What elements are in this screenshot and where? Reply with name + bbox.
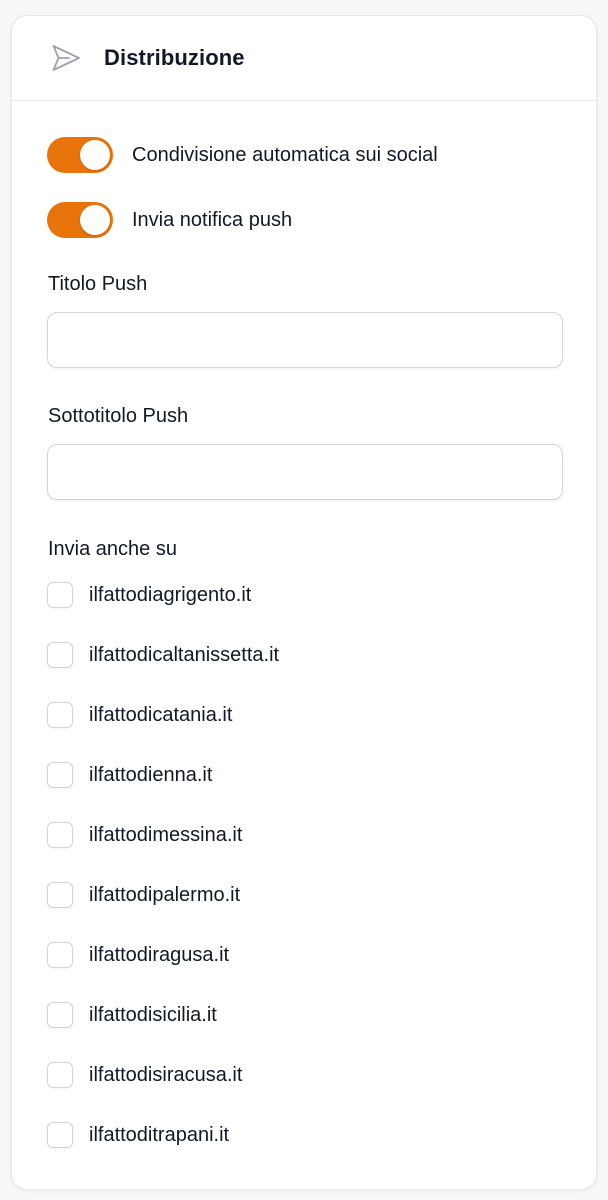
site-checkbox[interactable] [47, 642, 73, 668]
site-option-catania[interactable]: ilfattodicatania.it [47, 701, 232, 729]
site-checkbox[interactable] [47, 882, 73, 908]
toggle-knob [80, 140, 110, 170]
site-checkbox[interactable] [47, 762, 73, 788]
site-option-palermo[interactable]: ilfattodipalermo.it [47, 881, 240, 909]
push-notification-toggle[interactable] [47, 202, 113, 238]
site-option-messina[interactable]: ilfattodimessina.it [47, 821, 242, 849]
push-notification-row[interactable]: Invia notifica push [47, 202, 292, 238]
site-checkbox[interactable] [47, 1122, 73, 1148]
site-checkbox[interactable] [47, 702, 73, 728]
auto-social-share-toggle[interactable] [47, 137, 113, 173]
toggle-knob [80, 205, 110, 235]
site-label: ilfattodiagrigento.it [89, 583, 252, 606]
panel-header: Distribuzione [12, 16, 596, 101]
send-icon [50, 42, 82, 74]
site-label: ilfattodienna.it [89, 763, 213, 786]
site-checkbox[interactable] [47, 582, 73, 608]
site-label: ilfattodimessina.it [89, 823, 243, 846]
auto-social-share-row[interactable]: Condivisione automatica sui social [47, 137, 438, 173]
site-option-enna[interactable]: ilfattodienna.it [47, 761, 212, 789]
site-option-sicilia[interactable]: ilfattodisicilia.it [47, 1001, 217, 1029]
push-subtitle-input[interactable] [47, 444, 563, 500]
site-label: ilfattodisicilia.it [89, 1003, 217, 1026]
also-send-label: Invia anche su [48, 538, 177, 560]
panel-title: Distribuzione [104, 45, 245, 70]
push-subtitle-label: Sottotitolo Push [48, 405, 189, 427]
site-checkbox[interactable] [47, 1002, 73, 1028]
site-checkbox[interactable] [47, 822, 73, 848]
site-label: ilfattodicatania.it [89, 703, 233, 726]
site-option-ragusa[interactable]: ilfattodiragusa.it [47, 941, 229, 969]
site-label: ilfattodicaltanissetta.it [89, 643, 280, 666]
push-notification-label: Invia notifica push [132, 208, 293, 231]
push-title-label: Titolo Push [48, 273, 148, 295]
site-label: ilfattoditrapani.it [89, 1123, 230, 1146]
site-checkbox[interactable] [47, 942, 73, 968]
site-option-siracusa[interactable]: ilfattodisiracusa.it [47, 1061, 242, 1089]
auto-social-share-label: Condivisione automatica sui social [132, 143, 438, 166]
site-label: ilfattodipalermo.it [89, 883, 241, 906]
distribution-panel: Distribuzione Condivisione automatica su… [11, 15, 597, 1190]
site-option-caltanissetta[interactable]: ilfattodicaltanissetta.it [47, 641, 279, 669]
site-checkbox[interactable] [47, 1062, 73, 1088]
site-label: ilfattodiragusa.it [89, 943, 230, 966]
push-title-input[interactable] [47, 312, 563, 368]
site-label: ilfattodisiracusa.it [89, 1063, 243, 1086]
site-option-agrigento[interactable]: ilfattodiagrigento.it [47, 581, 251, 609]
site-option-trapani[interactable]: ilfattoditrapani.it [47, 1121, 229, 1149]
